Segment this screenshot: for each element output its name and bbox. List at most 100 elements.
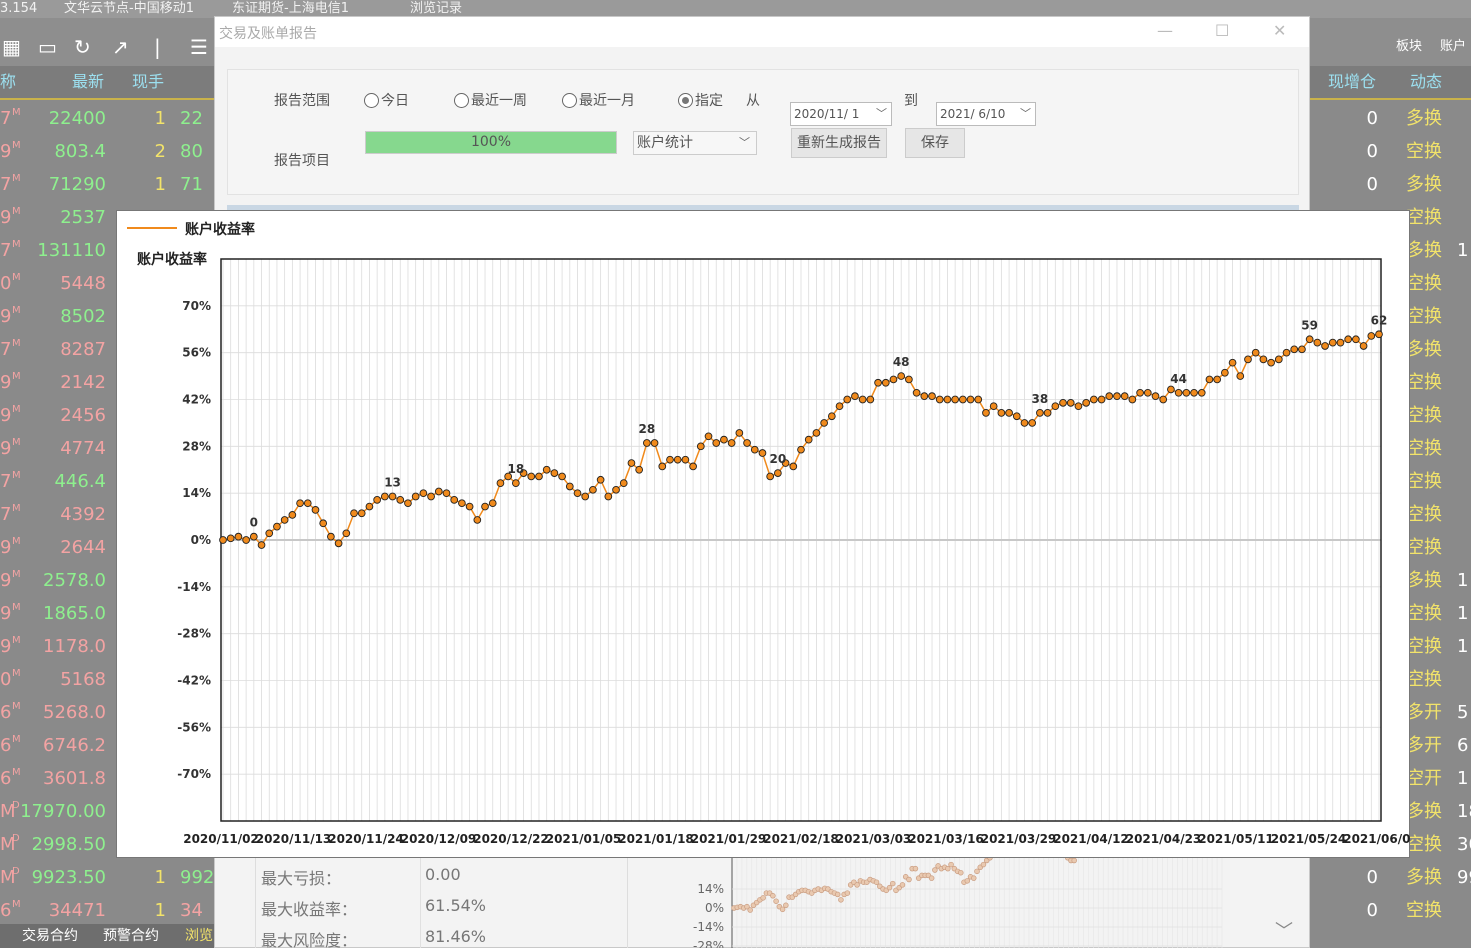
radio-last-month-label: 最近一月	[579, 93, 635, 109]
chart-view-icon[interactable]: ▦	[2, 36, 21, 58]
data-point	[380, 492, 389, 501]
data-point	[527, 472, 536, 481]
data-point	[1267, 358, 1275, 367]
radio-last-week-indicator[interactable]	[454, 92, 469, 108]
server-node-1[interactable]: 文华云节点-中国移动1	[64, 0, 194, 18]
data-point	[1028, 419, 1037, 427]
row-extra: 99	[1457, 867, 1471, 888]
data-point	[1375, 330, 1383, 339]
row-last-price: 5268.0	[43, 702, 106, 723]
data-point	[604, 492, 613, 501]
radio-last-month[interactable]: 最近一月	[562, 90, 635, 110]
data-label: 0	[250, 516, 258, 530]
y-tick-label: -70%	[177, 767, 211, 781]
radio-last-month-indicator[interactable]	[562, 92, 577, 108]
mini-data-point	[971, 875, 977, 881]
data-point	[1159, 395, 1168, 404]
dialog-titlebar[interactable]: 交易及账单报告 — ☐ ✕	[215, 17, 1309, 47]
data-point	[512, 479, 520, 487]
data-point	[650, 439, 659, 447]
save-button[interactable]: 保存	[905, 128, 965, 158]
tab-alert-contracts[interactable]: 预警合约	[103, 924, 159, 948]
data-point	[1143, 388, 1152, 397]
data-point	[496, 479, 505, 487]
report-item-select[interactable]: 账户统计 ﹀	[633, 131, 757, 155]
refresh-icon[interactable]: ↻	[74, 36, 91, 58]
data-point	[820, 419, 828, 427]
data-point	[589, 485, 597, 494]
col-state-header[interactable]: 动态	[1410, 72, 1442, 92]
save-icon[interactable]: ▭	[38, 36, 57, 58]
radio-today-indicator[interactable]	[364, 92, 379, 108]
row-state: 空换	[1406, 207, 1442, 228]
stat-max-risk-label: 最大风险度：	[261, 931, 358, 948]
radio-today[interactable]: 今日	[364, 90, 409, 110]
col-qty-header[interactable]: 现手	[132, 72, 164, 92]
row-open-interest-change: 0	[1366, 174, 1378, 195]
data-point	[265, 529, 274, 538]
radio-custom[interactable]: 指定	[678, 90, 723, 110]
row-state: 多开	[1406, 735, 1442, 756]
data-point	[473, 516, 482, 524]
data-point	[1259, 355, 1268, 364]
data-point	[573, 489, 582, 498]
chevron-down-icon[interactable]: ﹀	[739, 132, 750, 154]
return-chart-window: 70% 56% 42% 28% 14% 0% -14% -28% -42% -56% -70% 202…	[116, 210, 1411, 858]
row-open-interest-change: 0	[1366, 108, 1378, 129]
row-state: 空换	[1406, 438, 1442, 459]
from-date-picker[interactable]: 2020/11/ 1 ﹀	[790, 102, 892, 126]
regenerate-report-button[interactable]: 重新生成报告	[791, 128, 887, 158]
radio-custom-indicator[interactable]	[678, 92, 693, 108]
data-point	[296, 499, 304, 508]
scroll-down-icon[interactable]: ﹀	[1275, 917, 1293, 943]
data-point	[1105, 392, 1114, 401]
mini-data-point	[779, 906, 786, 913]
data-label: 62	[1371, 313, 1388, 327]
data-point	[1290, 345, 1299, 354]
col-inc-header[interactable]: 现增仓	[1328, 72, 1376, 92]
data-point	[1313, 338, 1322, 347]
row-last-price: 9923.50	[31, 867, 106, 888]
draw-line-icon[interactable]: ↗	[112, 36, 129, 58]
minimize-icon[interactable]: —	[1157, 21, 1173, 40]
data-point	[396, 496, 405, 504]
y-tick-label: 70%	[182, 299, 211, 313]
col-last-header[interactable]: 最新	[72, 72, 104, 92]
row-last-price: 131110	[37, 240, 106, 261]
data-point	[951, 395, 959, 404]
cursor-icon[interactable]: |	[154, 36, 161, 58]
mini-data-point	[945, 865, 951, 872]
item-label: 报告项目	[274, 153, 330, 169]
x-tick-label: 2021/01/29	[691, 832, 767, 846]
row-open-interest-change: 0	[1366, 141, 1378, 162]
legend-swatch	[127, 227, 177, 229]
row-last-price: 71290	[48, 174, 106, 195]
row-state: 空开	[1406, 768, 1442, 789]
radio-last-week[interactable]: 最近一周	[454, 90, 527, 110]
data-point	[750, 445, 759, 454]
data-point	[1205, 375, 1214, 384]
mini-y-tick-label: 14%	[697, 882, 724, 896]
y-tick-label: 56%	[182, 346, 211, 360]
tab-trading-contracts[interactable]: 交易合约	[22, 924, 78, 948]
data-point	[1174, 388, 1183, 397]
tab-browse[interactable]: 浏览	[185, 924, 213, 948]
toolbar-account[interactable]: 账户	[1440, 38, 1466, 56]
col-name-header[interactable]: 称	[0, 72, 16, 92]
chevron-down-icon[interactable]: ﹀	[876, 103, 887, 125]
maximize-icon[interactable]: ☐	[1215, 21, 1229, 40]
data-point	[288, 511, 297, 519]
data-point	[1036, 409, 1044, 417]
menu-icon[interactable]: ☰	[190, 36, 208, 58]
data-point	[319, 519, 328, 528]
close-icon[interactable]: ✕	[1273, 21, 1286, 40]
data-point	[1244, 355, 1252, 364]
toolbar-sector[interactable]: 板块	[1396, 38, 1422, 56]
chevron-down-icon[interactable]: ﹀	[1020, 103, 1031, 125]
data-point	[1359, 342, 1368, 350]
data-point	[889, 375, 898, 384]
mini-data-point	[886, 884, 893, 891]
to-date-picker[interactable]: 2021/ 6/10 ﹀	[936, 102, 1036, 126]
data-label: 13	[384, 476, 401, 490]
mini-data-point	[932, 867, 938, 873]
